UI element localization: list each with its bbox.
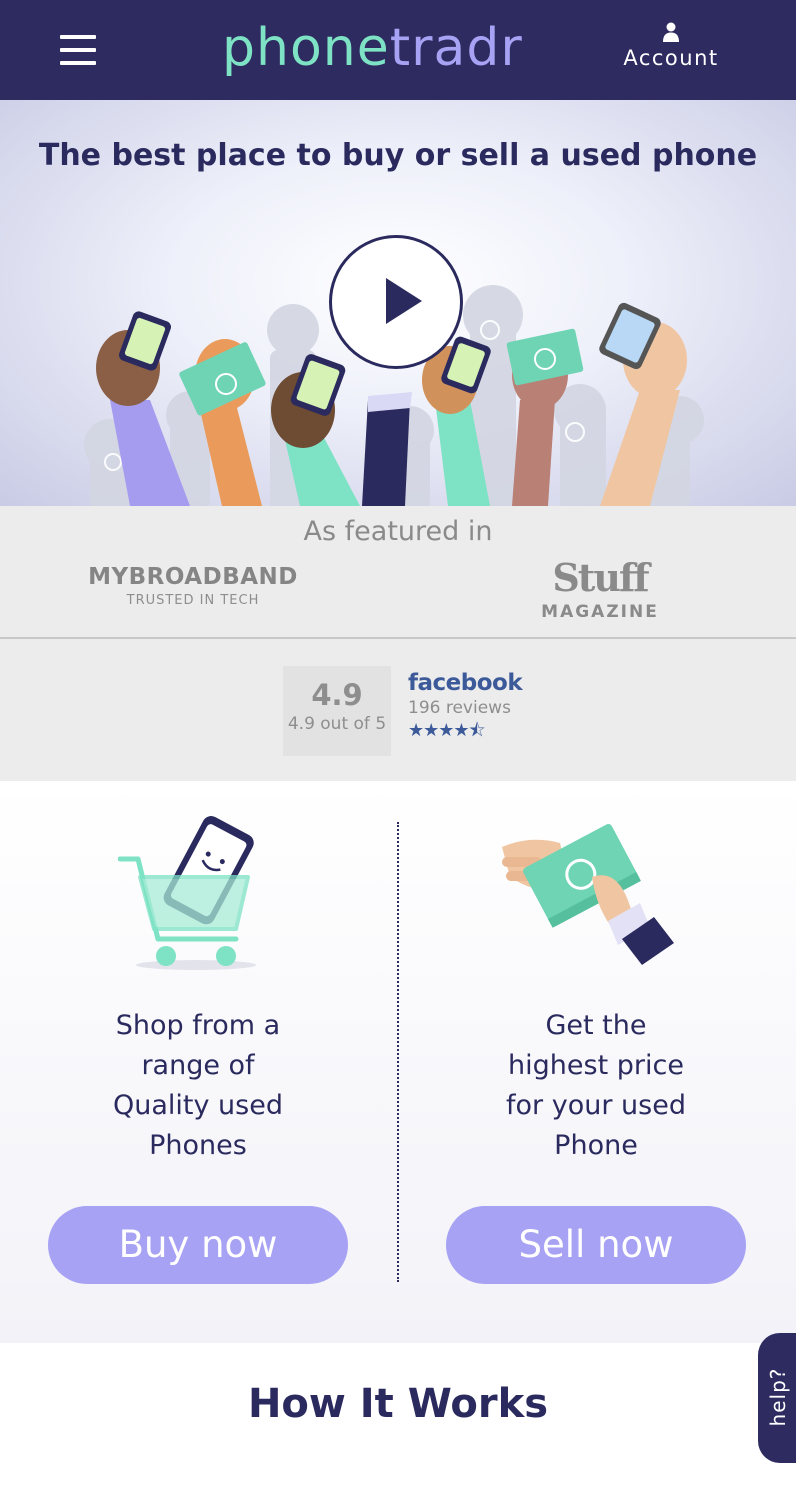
sell-line: for your used — [506, 1090, 686, 1121]
how-it-works-section: How It Works — [0, 1343, 796, 1490]
buy-now-button[interactable]: Buy now — [48, 1206, 348, 1284]
mybroadband-tagline: TRUSTED IN TECH — [126, 593, 260, 608]
rating-score: 4.9 — [311, 678, 363, 712]
logo-part-phone: phone — [222, 18, 390, 78]
section-divider — [397, 822, 399, 1282]
stuff-subtitle: MAGAZINE — [541, 602, 659, 622]
account-button[interactable]: Account — [612, 22, 730, 78]
help-label: help? — [766, 1367, 790, 1427]
mybroadband-logo[interactable]: MYBROADBAND TRUSTED IN TECH — [82, 564, 304, 608]
money-hand-icon — [502, 823, 674, 965]
play-video-button[interactable] — [329, 235, 463, 369]
shopping-cart-icon — [118, 816, 256, 970]
buy-sell-section: Shop from a range of Quality used Phones… — [0, 781, 796, 1343]
sell-description: Get the highest price for your used Phon… — [446, 1006, 746, 1166]
featured-in-section: As featured in MYBROADBAND TRUSTED IN TE… — [0, 506, 796, 639]
facebook-reviews[interactable]: facebook 196 reviews ★★★★⯪ — [408, 669, 523, 743]
sell-line: Get the — [545, 1010, 647, 1041]
user-icon — [663, 22, 679, 42]
buy-line: Quality used — [113, 1090, 283, 1121]
review-count: 196 reviews — [408, 698, 511, 718]
featured-title: As featured in — [303, 516, 493, 547]
sell-line: Phone — [554, 1130, 638, 1161]
mybroadband-name: MYBROADBAND — [88, 564, 298, 590]
logo[interactable]: phonetradr — [222, 16, 523, 80]
top-nav-bar: phonetradr Account — [0, 0, 796, 100]
sell-now-button[interactable]: Sell now — [446, 1206, 746, 1284]
facebook-logo: facebook — [408, 670, 523, 696]
menu-icon[interactable] — [60, 35, 96, 65]
star-rating: ★★★★⯪ — [408, 720, 486, 741]
buy-line: Shop from a — [115, 1010, 281, 1041]
play-icon — [386, 278, 422, 324]
stuff-magazine-logo[interactable]: Stuff MAGAZINE — [538, 555, 662, 623]
help-tab[interactable]: help? — [758, 1333, 796, 1463]
how-it-works-title: How It Works — [247, 1381, 549, 1427]
stuff-name: Stuff — [552, 555, 649, 600]
logo-part-tradr: tradr — [389, 18, 523, 78]
rating-score-box: 4.9 4.9 out of 5 — [283, 666, 391, 756]
buy-line: range of — [141, 1050, 255, 1081]
buy-line: Phones — [149, 1130, 247, 1161]
hero-banner: The best place to buy or sell a used pho… — [0, 100, 796, 506]
hero-title: The best place to buy or sell a used pho… — [38, 138, 758, 173]
account-label: Account — [623, 46, 719, 70]
buy-description: Shop from a range of Quality used Phones — [48, 1006, 348, 1166]
rating-out-of: 4.9 out of 5 — [287, 714, 387, 734]
rating-section: 4.9 4.9 out of 5 facebook 196 reviews ★★… — [0, 639, 796, 781]
sell-line: highest price — [508, 1050, 684, 1081]
